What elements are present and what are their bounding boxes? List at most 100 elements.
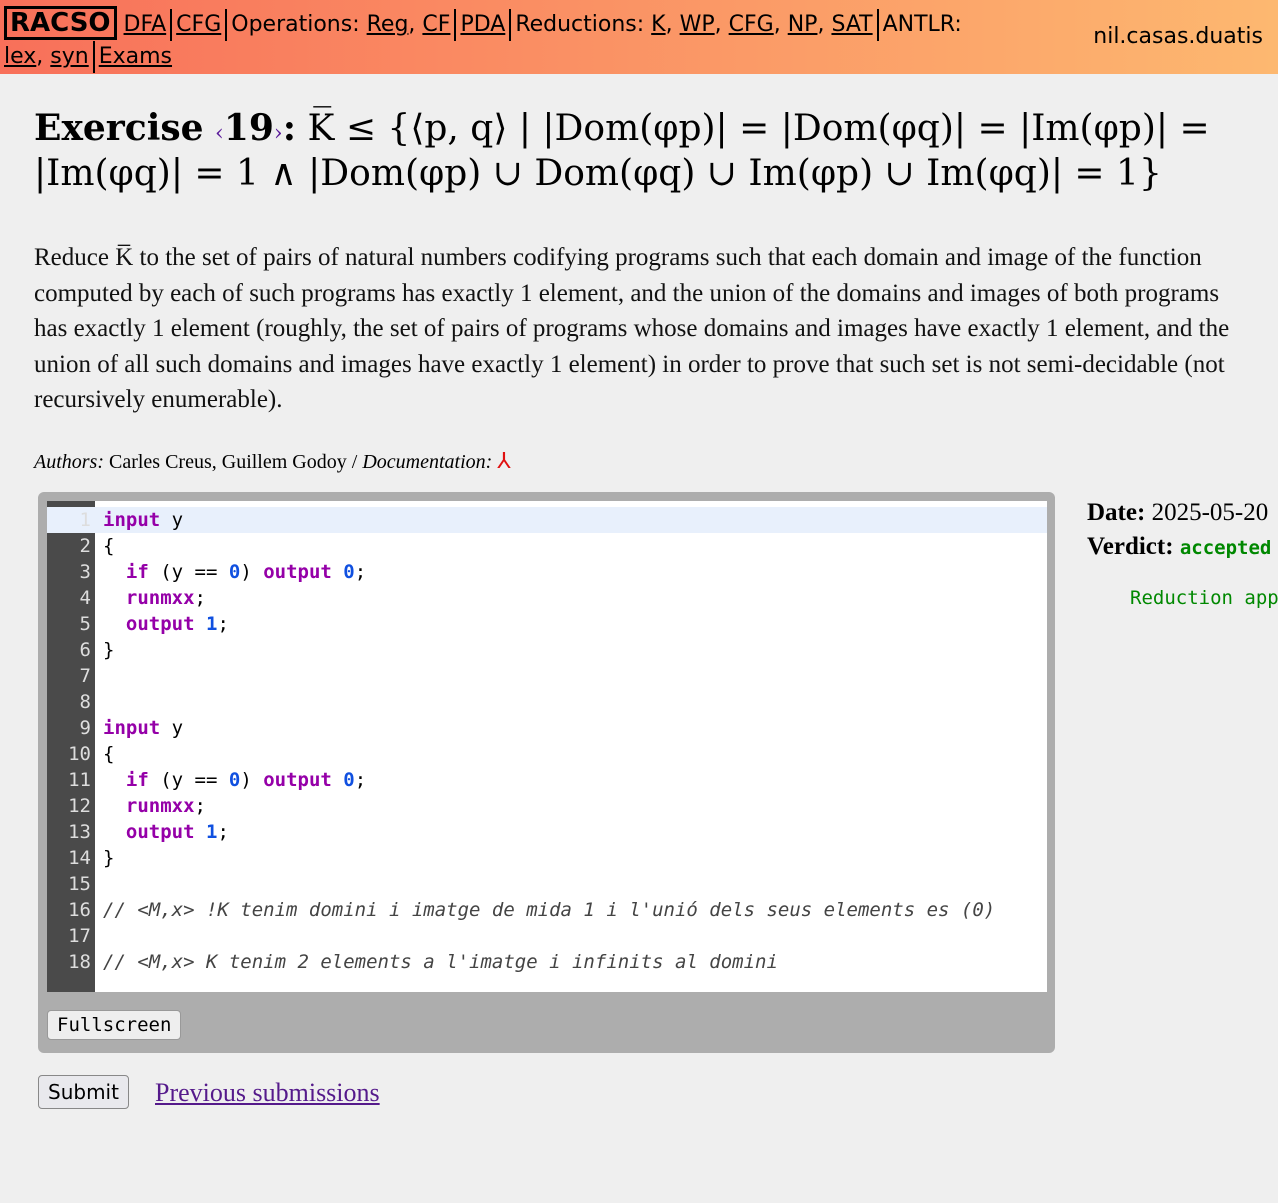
code-line[interactable]: 5 output 1; (47, 611, 1047, 637)
code-line[interactable]: 6} (47, 637, 1047, 663)
nav-cfg-red[interactable]: CFG (729, 12, 774, 37)
nav-sat[interactable]: SAT (831, 12, 872, 37)
code-line[interactable]: 12 runmxx; (47, 793, 1047, 819)
line-number: 18 (68, 951, 91, 973)
reductions-label: Reductions: (515, 12, 645, 37)
top-nav-bar: RACSO DFA CFG Operations: Reg, CF PDA Reduct… (0, 0, 1278, 74)
code-token: output (263, 561, 332, 583)
submit-button[interactable]: Submit (38, 1075, 129, 1109)
verdict-value: accepted (1179, 537, 1272, 559)
code-token: // <M,x> K tenim 2 elements a l'imatge i… (103, 951, 778, 973)
nav-reg[interactable]: Reg (367, 12, 409, 37)
code-line[interactable]: 2{ (47, 533, 1047, 559)
nav-pda[interactable]: PDA (460, 12, 505, 37)
fullscreen-button[interactable]: Fullscreen (47, 1010, 182, 1040)
nav-cf[interactable]: CF (422, 12, 450, 37)
code-token: 0 (343, 769, 355, 791)
code-line[interactable]: 14} (47, 845, 1047, 871)
line-number: 9 (79, 717, 91, 739)
code-token: y (160, 717, 184, 739)
code-line[interactable]: 15 (47, 871, 1047, 897)
nav-cfg[interactable]: CFG (176, 12, 221, 37)
nav-links: RACSO DFA CFG Operations: Reg, CF PDA Reduct… (4, 6, 1074, 73)
username[interactable]: nil.casas.duatis (1093, 24, 1263, 49)
code-line[interactable]: 17 (47, 923, 1047, 949)
code-token: 0 (228, 769, 241, 791)
nav-k[interactable]: K (651, 12, 665, 37)
line-number: 5 (79, 613, 91, 635)
nav-np[interactable]: NP (788, 12, 818, 37)
code-token: ; (217, 821, 229, 843)
code-token: 0 (228, 561, 241, 583)
line-number: 10 (68, 743, 91, 765)
code-line[interactable]: 16 // <M,x> !K tenim domini i imatge de m… (47, 897, 1047, 923)
code-token: ; (194, 587, 206, 609)
operations-label: Operations: (231, 12, 360, 37)
code-token: 1 (205, 613, 218, 635)
code-token: { (103, 743, 115, 765)
nav-exams[interactable]: Exams (99, 44, 172, 69)
line-number: 13 (68, 821, 91, 843)
previous-submissions-link[interactable]: Previous submissions (155, 1078, 380, 1108)
authors-names: Carles Creus, Guillem Godoy / (109, 451, 358, 473)
exercise-formula-line2: |Im(φq)| = 1 ∧ |Dom(φp) ∪ Dom(φq) ∪ Im(φ… (34, 153, 1162, 194)
nav-syn[interactable]: syn (50, 44, 88, 69)
code-token: ; (217, 613, 229, 635)
code-token: runmxx (125, 795, 195, 817)
exercise-description: Reduce K̅ to the set of pairs of natural… (34, 244, 1230, 413)
code-line[interactable]: 8 (47, 689, 1047, 715)
code-token: input (103, 717, 161, 739)
code-line[interactable]: 1 input y (47, 507, 1047, 533)
exercise-formula-line1: K̅ ≤ {⟨p, q⟩ | |Dom(φp)| = |Dom(φq)| = |… (307, 108, 1210, 149)
code-token: ) (240, 561, 264, 583)
code-line[interactable]: 9 input y (47, 715, 1047, 741)
code-area[interactable]: 1 input y 2{3 if (y == 0) output 0; 4 runmx… (47, 501, 1047, 992)
code-token: } (103, 639, 115, 661)
code-token: (y == (148, 561, 229, 583)
pdf-icon[interactable]: ⅄ (497, 448, 510, 473)
code-token: runmxx (125, 587, 195, 609)
date-value: 2025-05-20 (1151, 499, 1269, 526)
nav-wp[interactable]: WP (680, 12, 715, 37)
nav-lex[interactable]: lex (4, 44, 36, 69)
code-token: ) (240, 769, 264, 791)
line-number: 7 (79, 665, 91, 687)
line-number: 8 (79, 691, 91, 713)
code-line[interactable]: 11 if (y == 0) output 0; (47, 767, 1047, 793)
authors-label: Authors: (34, 451, 104, 473)
code-token: } (103, 847, 115, 869)
code-line[interactable]: 3 if (y == 0) output 0; (47, 559, 1047, 585)
code-line[interactable]: 18 // <M,x> K tenim 2 elements a l'imatge… (47, 949, 1047, 975)
code-line[interactable]: 4 runmxx; (47, 585, 1047, 611)
code-token: input (103, 509, 161, 531)
line-number: 1 (79, 509, 91, 531)
documentation-label: Documentation: (362, 451, 493, 473)
date-label: Date: (1087, 499, 1146, 526)
code-token: // <M,x> !K tenim domini i imatge de mid… (103, 899, 996, 921)
code-token: ; (354, 561, 367, 583)
nav-dfa[interactable]: DFA (124, 12, 167, 37)
line-number: 6 (79, 639, 91, 661)
verdict-label: Verdict: (1087, 533, 1174, 560)
exercise-title: Exercise ‹19›: K̅ ≤ {⟨p, q⟩ | |Dom(φp)| … (34, 107, 1210, 194)
code-line[interactable]: 10 { (47, 741, 1047, 767)
line-number: 11 (68, 769, 91, 791)
authors: Authors: Carles Creus, Guillem Godoy / D… (34, 448, 511, 474)
line-number: 4 (79, 587, 91, 609)
code-token: output (125, 821, 195, 843)
line-number: 15 (68, 873, 91, 895)
code-line[interactable]: 13 output 1; (47, 819, 1047, 845)
racso-logo[interactable]: RACSO (4, 6, 117, 40)
code-token: y (160, 509, 184, 531)
code-token: if (125, 769, 149, 791)
code-line[interactable]: 7 (47, 663, 1047, 689)
code-token: ; (194, 795, 206, 817)
code-token: if (125, 561, 149, 583)
